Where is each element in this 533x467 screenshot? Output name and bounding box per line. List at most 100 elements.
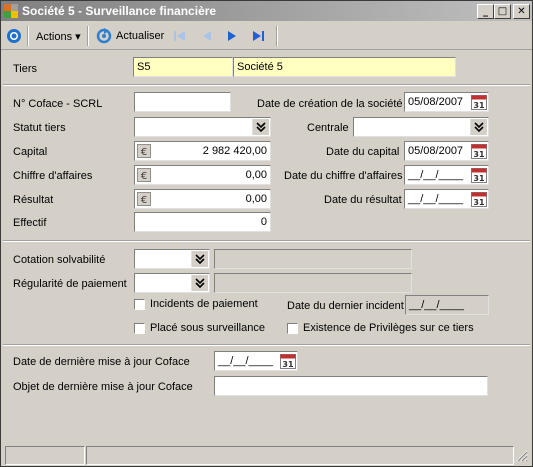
capital-label: Capital [13, 146, 48, 158]
date-creation-label: Date de création de la société [257, 98, 403, 110]
status-bar [1, 444, 532, 466]
actions-label: Actions [36, 31, 73, 43]
actions-menu-button[interactable]: Actions ▾ [36, 30, 81, 43]
date-ca-label: Date du chiffre d'affaires [284, 170, 403, 182]
statut-label: Statut tiers [13, 122, 66, 134]
first-record-icon[interactable] [173, 29, 187, 43]
currency-icon: € [137, 144, 151, 158]
currency-icon: € [137, 168, 151, 182]
next-record-icon[interactable] [225, 29, 239, 43]
incidents-label: Incidents de paiement [150, 298, 258, 310]
regularite-label: Régularité de paiement [13, 278, 127, 290]
currency-icon: € [137, 192, 151, 206]
calendar-icon[interactable]: 31 [471, 143, 487, 159]
tiers-label: Tiers [13, 63, 38, 75]
last-record-icon[interactable] [251, 29, 265, 43]
date-incident-label: Date du dernier incident [287, 300, 404, 312]
calendar-icon-text: 31 [473, 174, 485, 183]
date-capital-value: 05/08/2007 [408, 145, 464, 157]
date-maj-value: __/__/____ [218, 355, 274, 367]
minimize-button[interactable]: _ [477, 4, 494, 19]
date-ca-input[interactable]: __/__/____ 31 [404, 165, 489, 185]
currency-icon-text: € [141, 195, 147, 206]
calendar-icon[interactable]: 31 [471, 167, 487, 183]
date-ca-value: __/__/____ [408, 169, 464, 181]
tiers-name-field[interactable]: Société 5 [233, 57, 456, 77]
window: Société 5 - Surveillance financière _ □ … [0, 0, 533, 467]
dropdown-button[interactable] [191, 275, 208, 291]
currency-icon-text: € [141, 147, 147, 158]
double-chevron-down-icon [256, 122, 266, 132]
calendar-icon[interactable]: 31 [471, 191, 487, 207]
ca-input[interactable]: € 0,00 [134, 165, 271, 185]
incidents-checkbox[interactable] [134, 299, 145, 310]
capital-input[interactable]: € 2 982 420,00 [134, 141, 271, 161]
refresh-icon[interactable] [96, 28, 112, 44]
close-button[interactable]: ✕ [513, 4, 530, 19]
date-creation-input[interactable]: 05/08/2007 31 [404, 92, 489, 112]
actions-icon[interactable] [6, 28, 22, 44]
coface-number-input[interactable] [134, 92, 231, 112]
dropdown-button[interactable] [252, 119, 269, 135]
app-icon [4, 4, 18, 18]
calendar-icon-text: 31 [473, 101, 485, 110]
previous-record-icon[interactable] [200, 29, 214, 43]
resultat-input[interactable]: € 0,00 [134, 189, 271, 209]
calendar-icon[interactable]: 31 [280, 353, 296, 369]
resize-grip-icon[interactable] [516, 450, 528, 462]
title-bar[interactable]: Société 5 - Surveillance financière _ □ … [1, 1, 532, 21]
dropdown-button[interactable] [191, 251, 208, 267]
surveillance-label: Placé sous surveillance [150, 322, 265, 334]
cotation-label: Cotation solvabilité [13, 254, 106, 266]
toolbar-separator [276, 26, 278, 46]
coface-number-label: N° Coface - SCRL [13, 98, 103, 110]
double-chevron-down-icon [474, 122, 484, 132]
double-chevron-down-icon [195, 254, 205, 264]
section-divider [3, 84, 530, 86]
dropdown-button[interactable] [470, 119, 487, 135]
date-incident-input: __/__/____ [405, 295, 489, 315]
ca-label: Chiffre d'affaires [13, 170, 93, 182]
effectif-label: Effectif [13, 217, 47, 229]
regularite-description-field [214, 273, 412, 293]
section-divider [3, 240, 530, 242]
status-panel [5, 446, 85, 465]
date-capital-input[interactable]: 05/08/2007 31 [404, 141, 489, 161]
date-resultat-value: __/__/____ [408, 193, 464, 205]
date-resultat-input[interactable]: __/__/____ 31 [404, 189, 489, 209]
refresh-button[interactable]: Actualiser [116, 30, 164, 42]
tiers-code-field[interactable]: S5 [133, 57, 233, 77]
cotation-select[interactable] [134, 249, 210, 269]
centrale-select[interactable] [353, 117, 489, 137]
centrale-label: Centrale [307, 122, 349, 134]
ca-value: 0,00 [245, 169, 267, 181]
calendar-icon[interactable]: 31 [471, 94, 487, 110]
privileges-checkbox[interactable] [287, 323, 298, 334]
effectif-input[interactable]: 0 [134, 212, 271, 232]
calendar-icon-text: 31 [282, 360, 294, 369]
surveillance-checkbox[interactable] [134, 323, 145, 334]
date-creation-value: 05/08/2007 [408, 96, 464, 108]
objet-maj-input[interactable] [214, 376, 488, 396]
date-capital-label: Date du capital [326, 146, 400, 158]
objet-maj-label: Objet de dernière mise à jour Coface [13, 381, 193, 393]
statut-select[interactable] [134, 117, 271, 137]
privileges-label: Existence de Privilèges sur ce tiers [303, 322, 474, 334]
window-title: Société 5 - Surveillance financière [22, 4, 217, 18]
toolbar-separator [27, 26, 29, 46]
maximize-button[interactable]: □ [494, 4, 511, 19]
calendar-icon-text: 31 [473, 198, 485, 207]
cotation-description-field [214, 249, 412, 269]
resultat-label: Résultat [13, 194, 54, 206]
double-chevron-down-icon [195, 278, 205, 288]
date-resultat-label: Date du résultat [324, 194, 402, 206]
calendar-icon-text: 31 [473, 150, 485, 159]
toolbar-separator [87, 26, 89, 46]
date-maj-label: Date de dernière mise à jour Coface [13, 356, 190, 368]
date-maj-input[interactable]: __/__/____ 31 [214, 351, 298, 371]
currency-icon-text: € [141, 171, 147, 182]
status-panel [86, 446, 514, 465]
toolbar: Actions ▾ Actualiser [1, 23, 532, 50]
capital-value: 2 982 420,00 [202, 145, 267, 157]
regularite-select[interactable] [134, 273, 210, 293]
